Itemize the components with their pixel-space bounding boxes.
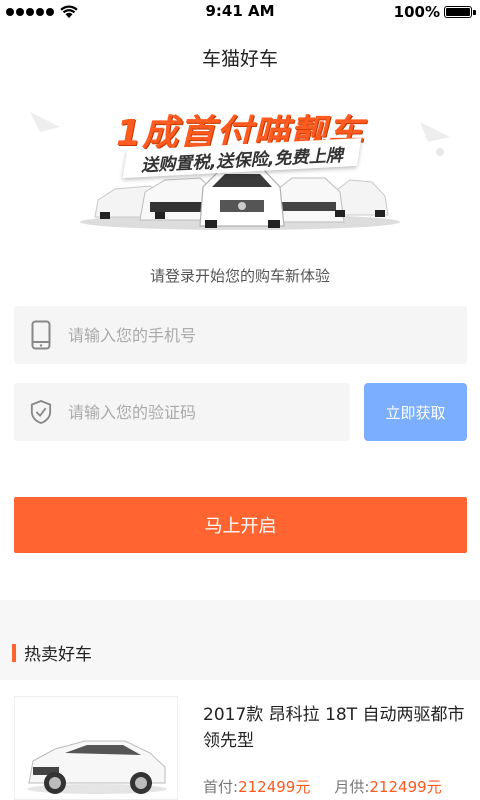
phone-icon — [30, 320, 52, 350]
status-left — [0, 5, 78, 19]
signal-dots-icon — [6, 8, 54, 16]
car-price-row: 首付:212499元 月供:212499元 — [203, 776, 442, 797]
wifi-icon — [60, 5, 78, 18]
monthly-payment: 月供:212499元 — [334, 776, 441, 797]
battery-percent: 100% — [393, 3, 440, 21]
code-field[interactable] — [14, 383, 350, 441]
status-bar: 9:41 AM 100% — [0, 0, 480, 24]
down-payment: 首付:212499元 — [203, 776, 310, 797]
battery-icon — [444, 6, 476, 18]
car-name: 2017款 昂科拉 18T 自动两驱都市领先型 — [203, 705, 465, 751]
page-title: 车猫好车 — [201, 48, 278, 70]
hot-cars-heading: 热卖好车 — [12, 640, 92, 665]
monthly-label: 月供: — [334, 778, 370, 796]
down-payment-value: 212499元 — [238, 778, 311, 796]
down-payment-label: 首付: — [203, 778, 239, 796]
heading-accent-bar — [12, 643, 16, 662]
hot-cars-title: 热卖好车 — [24, 645, 92, 665]
phone-input[interactable] — [66, 324, 370, 346]
code-input[interactable] — [66, 401, 350, 423]
phone-field[interactable] — [14, 306, 467, 364]
car-thumbnail — [14, 696, 178, 800]
login-prompt: 请登录开始您的购车新体验 — [149, 267, 330, 285]
status-right: 100% — [394, 3, 480, 21]
monthly-value: 212499元 — [369, 778, 442, 796]
start-button[interactable]: 马上开启 — [14, 497, 467, 553]
promo-banner[interactable]: 1成首付喵靓车 送购置税,送保险,免费上牌 — [0, 92, 480, 242]
shield-check-icon — [30, 397, 52, 427]
get-code-button[interactable]: 立即获取 — [364, 383, 467, 441]
